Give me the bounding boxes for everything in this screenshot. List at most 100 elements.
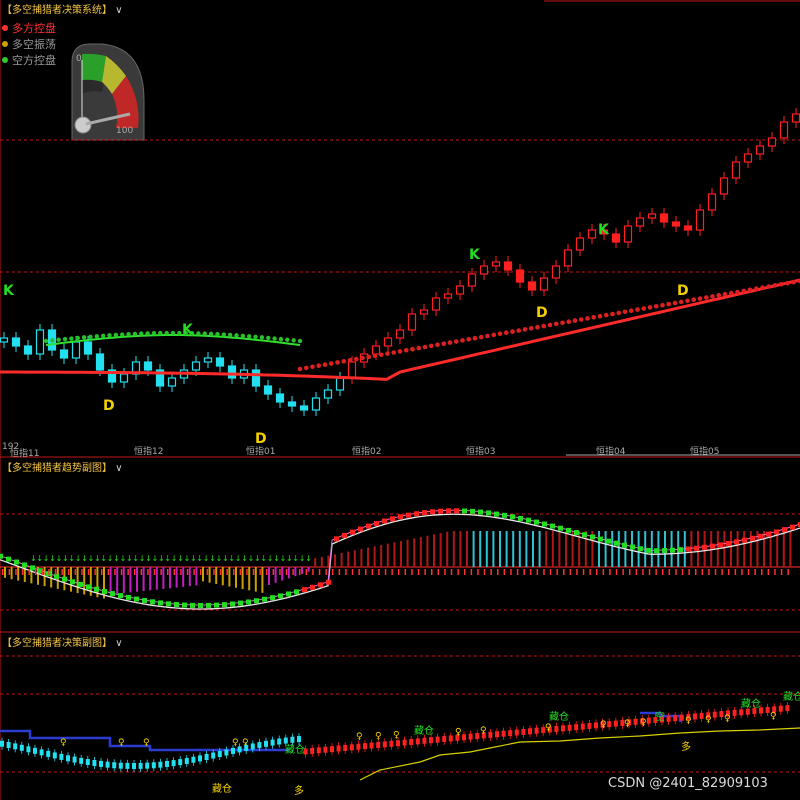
histogram-bar xyxy=(155,567,158,590)
trend-dot xyxy=(672,300,678,306)
oscillator-dot xyxy=(438,508,443,514)
histogram-bar xyxy=(70,567,72,592)
histogram-bar xyxy=(136,567,138,592)
candle-body xyxy=(287,401,297,407)
baseline-tick xyxy=(272,569,275,575)
oscillator-dot xyxy=(742,537,747,543)
ma-dot xyxy=(221,332,226,337)
candle-body xyxy=(479,265,489,275)
baseline-tick xyxy=(510,569,512,575)
baseline-tick xyxy=(450,569,453,575)
histogram-bar xyxy=(307,567,310,572)
oscillator-dot xyxy=(206,602,211,608)
histogram-bar xyxy=(763,531,765,567)
trend-panel-title[interactable]: 【多空捕猎者趋势副图】 ∨ xyxy=(2,459,123,474)
trend-dot xyxy=(547,322,553,328)
trend-dot xyxy=(747,287,753,293)
histogram-bar xyxy=(287,567,290,579)
histogram-bar xyxy=(109,567,112,595)
candle-body xyxy=(455,285,465,295)
marker-icon: ♀ xyxy=(685,716,692,726)
trend-dot xyxy=(347,357,353,363)
histogram-bar xyxy=(532,531,534,567)
histogram-bar xyxy=(360,548,363,567)
oscillator-dot xyxy=(110,591,115,597)
trend-dot xyxy=(428,343,434,349)
ma-dot xyxy=(240,333,246,339)
ma-dot xyxy=(75,335,80,341)
signal-k: K xyxy=(469,247,480,263)
trend-dot xyxy=(328,361,334,366)
marker-icon: ♀ xyxy=(375,731,382,741)
histogram-bar xyxy=(188,567,191,587)
ma-dot xyxy=(56,337,61,342)
candle-body xyxy=(407,313,417,331)
chevron-down-icon[interactable]: ∨ xyxy=(115,638,122,649)
histogram-bar xyxy=(419,537,422,567)
trend-dot xyxy=(778,282,784,287)
candle-body xyxy=(731,161,741,179)
oscillator-dot xyxy=(126,594,131,600)
decision-panel-title[interactable]: 【多空捕猎者决策副图】 ∨ xyxy=(2,634,123,649)
candle-body xyxy=(275,393,285,403)
baseline-tick xyxy=(107,569,110,575)
oscillator-dot xyxy=(670,547,675,553)
baseline-tick xyxy=(543,569,545,575)
trend-dot xyxy=(378,352,384,358)
candle-body xyxy=(215,357,225,367)
baseline-tick xyxy=(292,569,294,575)
baseline-tick xyxy=(404,569,407,575)
marker-icon: ♀ xyxy=(393,730,400,740)
oscillator-dot xyxy=(70,579,75,585)
trend-dot xyxy=(722,291,728,297)
baseline-tick xyxy=(101,569,103,575)
baseline-tick xyxy=(74,569,77,575)
baseline-tick xyxy=(219,569,222,575)
watermark: CSDN @2401_82909103 xyxy=(608,776,768,791)
ma-dot xyxy=(297,338,303,344)
trend-dot xyxy=(391,350,397,355)
candle-body xyxy=(71,341,81,359)
baseline-tick xyxy=(28,569,30,575)
oscillator-dot xyxy=(166,601,171,607)
baseline-tick xyxy=(728,569,730,575)
candle-body xyxy=(623,225,633,243)
histogram-bar xyxy=(175,567,178,588)
baseline-tick xyxy=(87,569,90,575)
trend-dot xyxy=(647,305,653,310)
baseline-tick xyxy=(761,569,763,575)
baseline-tick xyxy=(345,569,347,575)
oscillator-dot xyxy=(478,509,483,515)
oscillator-dot xyxy=(398,514,403,520)
chevron-down-icon[interactable]: ∨ xyxy=(115,463,122,474)
decision-label-duo: 多 xyxy=(681,742,691,753)
candle-body xyxy=(227,365,237,379)
candle-body xyxy=(611,233,621,243)
chart-canvas[interactable]: ↓ ↓ ↓ ↓ ↓ ↓ ↓ ↓ ↓ ↓ ↓ ↓ ↓ ↓ ↓ ↓ ↓ ↓ ↓ ↓ ↓ ↓ ↓ ↓ ↓ ↓ ↓ ↓ ↓ ↓ ↓ ↓ ↓ ↓ ↓ ↓ ↓ ↓ ↓ ↓… xyxy=(0,0,800,800)
ma-dot xyxy=(139,331,144,336)
baseline-tick xyxy=(701,569,704,575)
histogram-bar xyxy=(281,567,284,581)
oscillator-dot xyxy=(350,529,355,535)
baseline-tick xyxy=(734,569,737,575)
candle-body xyxy=(23,345,33,355)
candle-body xyxy=(539,277,549,291)
trend-dot xyxy=(760,285,765,290)
histogram-bar xyxy=(439,533,442,567)
histogram-bar xyxy=(373,546,376,567)
trend-dot xyxy=(610,311,615,317)
candle-body xyxy=(371,345,381,355)
trend-dot xyxy=(516,328,522,333)
trend-dot xyxy=(716,293,722,298)
oscillator-dot xyxy=(134,596,139,602)
histogram-bar xyxy=(604,531,607,567)
baseline-tick xyxy=(351,569,354,575)
candle-body xyxy=(311,397,321,411)
oscillator-dot xyxy=(198,602,203,608)
baseline-tick xyxy=(81,569,83,575)
baseline-tick xyxy=(266,569,268,575)
x-axis-tick: 恒指01 xyxy=(246,447,276,457)
baseline-tick xyxy=(134,569,136,575)
trend-dot xyxy=(553,321,559,327)
baseline-tick xyxy=(470,569,473,575)
